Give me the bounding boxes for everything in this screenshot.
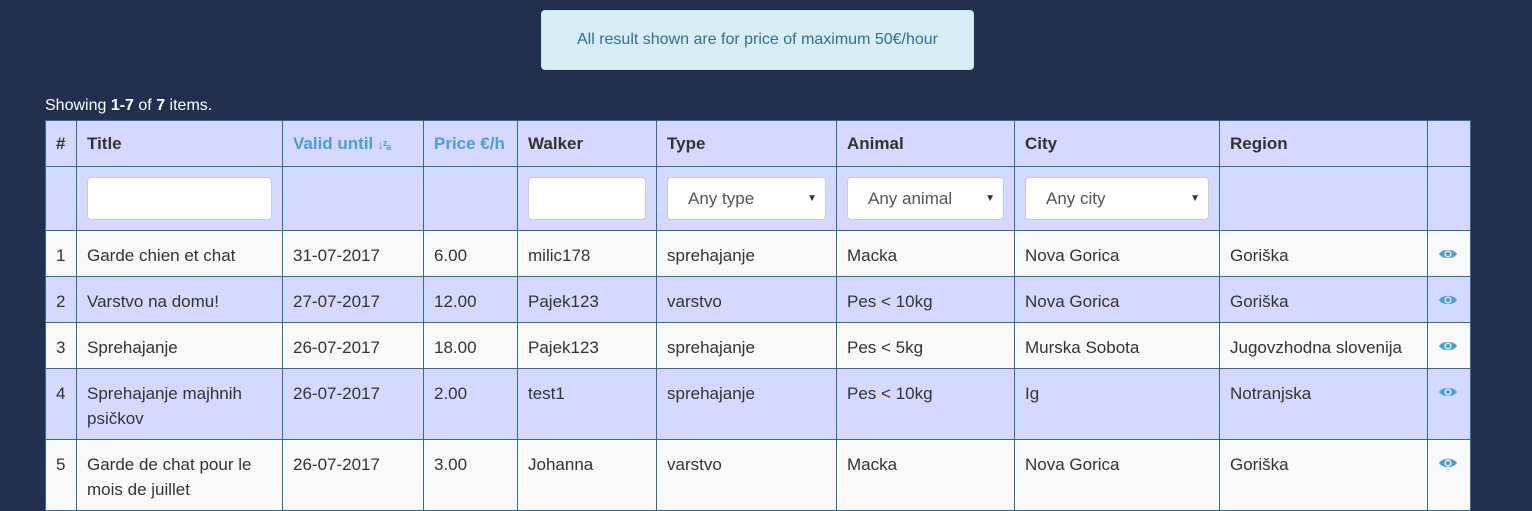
sort-alpha-desc-icon: ↓ᶻₐ — [377, 136, 391, 152]
view-eye-icon[interactable] — [1438, 293, 1458, 307]
table-row: 4 Sprehajanje majhnih psičkov 26-07-2017… — [45, 368, 1471, 440]
table-row: 3 Sprehajanje 26-07-2017 18.00 Pajek123 … — [45, 322, 1471, 369]
dropdown-caret-icon: ▼ — [985, 193, 995, 204]
listings-table: # Title Valid until ↓ᶻₐ Price €/h Walker … — [45, 120, 1471, 511]
price-info-text: All result shown are for price of maximu… — [576, 31, 939, 48]
table-row: 2 Varstvo na domu! 27-07-2017 12.00 Paje… — [45, 276, 1471, 323]
view-eye-icon[interactable] — [1438, 385, 1458, 399]
column-header-region[interactable]: Region — [1219, 120, 1428, 167]
view-eye-icon[interactable] — [1438, 456, 1458, 470]
view-eye-icon[interactable] — [1438, 247, 1458, 261]
column-header-type[interactable]: Type — [656, 120, 837, 167]
city-filter-select[interactable]: Any city ▼ — [1025, 177, 1209, 220]
column-header-valid-until[interactable]: Valid until ↓ᶻₐ — [282, 120, 424, 167]
filter-row: Any type ▼ Any animal ▼ Any city ▼ — [45, 166, 1471, 231]
table-row: 1 Garde chien et chat 31-07-2017 6.00 mi… — [45, 230, 1471, 277]
price-info-alert: All result shown are for price of maximu… — [541, 10, 974, 70]
results-summary: Showing 1-7 of 7 items. — [45, 97, 213, 114]
dropdown-caret-icon: ▼ — [1190, 193, 1200, 204]
column-header-walker[interactable]: Walker — [517, 120, 657, 167]
table-header-row: # Title Valid until ↓ᶻₐ Price €/h Walker … — [45, 120, 1471, 167]
type-filter-select[interactable]: Any type ▼ — [667, 177, 826, 220]
column-header-animal[interactable]: Animal — [836, 120, 1015, 167]
column-header-num: # — [45, 120, 77, 167]
view-eye-icon[interactable] — [1438, 339, 1458, 353]
animal-filter-select[interactable]: Any animal ▼ — [847, 177, 1004, 220]
title-filter-input[interactable] — [87, 177, 272, 220]
table-row: 5 Garde de chat pour le mois de juillet … — [45, 439, 1471, 511]
column-header-price[interactable]: Price €/h — [423, 120, 518, 167]
column-header-title[interactable]: Title — [76, 120, 283, 167]
column-header-city[interactable]: City — [1014, 120, 1220, 167]
column-header-actions — [1427, 120, 1471, 167]
walker-filter-input[interactable] — [528, 177, 646, 220]
dropdown-caret-icon: ▼ — [807, 193, 817, 204]
